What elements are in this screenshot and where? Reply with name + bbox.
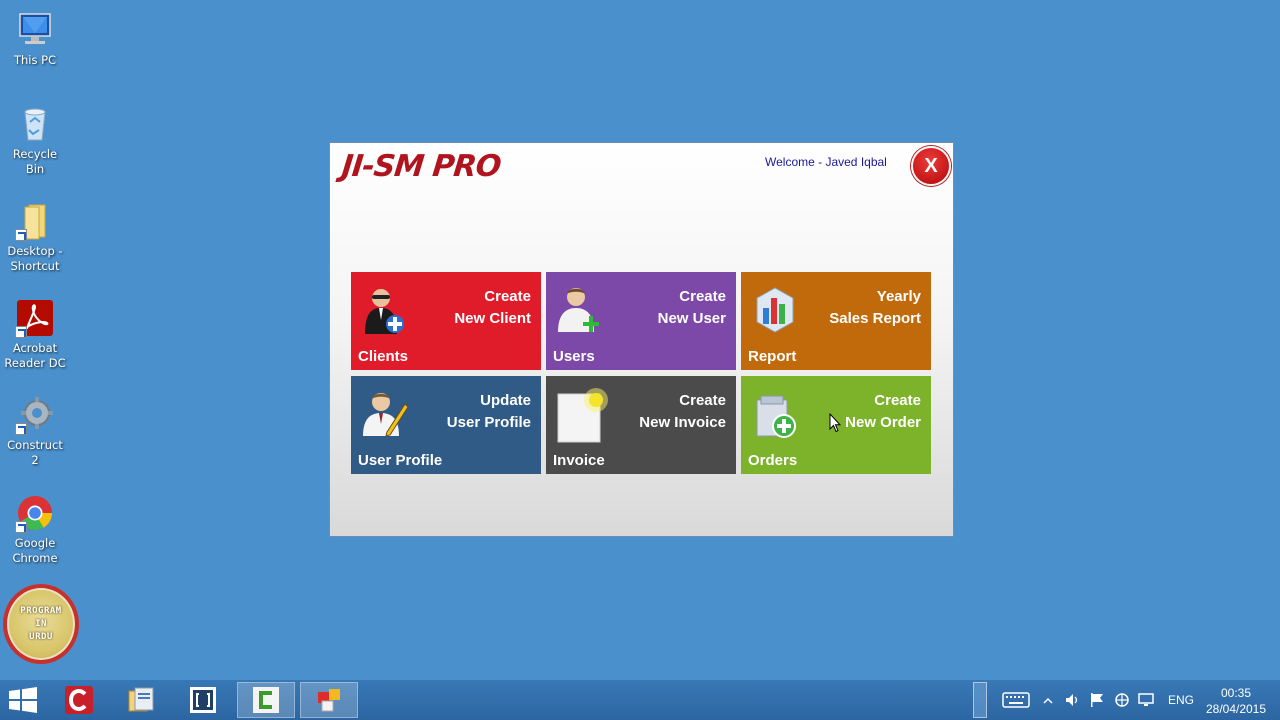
app-window: JI-SM PRO Welcome - Javed Iqbal X Create…	[329, 142, 954, 537]
tile-title: User Profile	[358, 452, 443, 469]
tile-title: Invoice	[553, 452, 605, 469]
tile-action: Update User Profile	[447, 390, 531, 434]
report-chart-icon	[751, 284, 799, 336]
file-explorer-icon	[128, 687, 154, 712]
add-client-icon	[361, 284, 409, 336]
mouse-cursor-icon	[829, 412, 842, 433]
bracket-app-icon	[190, 687, 216, 713]
computer-icon	[15, 10, 55, 50]
desktop-icon-this-pc[interactable]: This PC	[2, 10, 68, 68]
language-indicator[interactable]: ENG	[1168, 693, 1194, 707]
flag-icon[interactable]	[1089, 692, 1105, 708]
recycle-bin-icon	[15, 104, 55, 144]
display-icon[interactable]	[1138, 692, 1154, 708]
invoice-icon	[556, 388, 608, 443]
desktop-icon-label: Desktop - Shortcut	[7, 244, 63, 273]
tile-action-line1: Create	[679, 392, 726, 409]
network-icon[interactable]	[1114, 692, 1130, 708]
tile-clients[interactable]: Create New Client Clients	[351, 272, 541, 370]
desktop-icon-acrobat-reader[interactable]: Acrobat Reader DC	[2, 298, 68, 371]
badge-text: PROGRAM IN URDU	[20, 605, 62, 642]
camtasia-icon	[253, 687, 279, 713]
app-window-icon	[318, 689, 340, 712]
desktop-icon-desktop-shortcut[interactable]: Desktop - Shortcut	[2, 201, 68, 274]
volume-icon[interactable]	[1064, 692, 1080, 708]
desktop-icon-google-chrome[interactable]: Google Chrome	[2, 493, 68, 566]
shortcut-arrow-icon	[15, 229, 27, 241]
tile-action-line2: New User	[657, 310, 726, 327]
tile-action-line2: New Invoice	[639, 414, 726, 431]
shortcut-arrow-icon	[15, 521, 27, 533]
desktop-icon-label: Recycle Bin	[12, 147, 58, 176]
folder-icon	[15, 201, 55, 241]
tile-action-line1: Create	[484, 288, 531, 305]
desktop-icon-recycle-bin[interactable]: Recycle Bin	[2, 104, 68, 177]
taskbar-app-bracket[interactable]	[174, 682, 232, 718]
tile-action-line2: New Client	[454, 310, 531, 327]
tile-action-line1: Create	[874, 392, 921, 409]
tile-action-line1: Create	[679, 288, 726, 305]
tile-action-line2: New Order	[845, 414, 921, 431]
taskbar-app-jism-pro[interactable]	[300, 682, 358, 718]
tile-action: Create New Invoice	[639, 390, 726, 434]
add-user-icon	[556, 284, 604, 336]
app-logo: JI-SM PRO	[340, 149, 503, 184]
desktop-icon-label: Construct 2	[7, 438, 63, 467]
taskbar-app-construct[interactable]	[50, 682, 108, 718]
tile-title: Clients	[358, 348, 409, 365]
desktop-icon-label: Acrobat Reader DC	[4, 341, 66, 370]
windows-logo-icon	[9, 687, 37, 713]
tile-action-line2: Sales Report	[829, 310, 921, 327]
keyboard-icon[interactable]	[1002, 692, 1030, 708]
add-order-icon	[751, 388, 799, 440]
construct-app-icon	[65, 686, 93, 714]
tile-action: Create New Client	[454, 286, 531, 330]
tile-action: Create New Order	[845, 390, 921, 434]
tile-title: Orders	[748, 452, 798, 469]
taskbar-app-file-explorer[interactable]	[112, 682, 170, 718]
desktop-icon-construct-2[interactable]: Construct 2	[2, 395, 68, 468]
chevron-up-icon[interactable]	[1042, 694, 1054, 706]
tile-user-profile[interactable]: Update User Profile User Profile	[351, 376, 541, 474]
clock[interactable]: 00:35 28/04/2015	[1198, 685, 1274, 717]
chrome-icon	[15, 493, 55, 533]
taskbar: ENG 00:35 28/04/2015	[0, 680, 1280, 720]
tile-action-line1: Yearly	[876, 288, 921, 305]
tile-invoice[interactable]: Create New Invoice Invoice	[546, 376, 736, 474]
edit-profile-icon	[361, 388, 409, 440]
tile-action: Yearly Sales Report	[829, 286, 921, 330]
channel-badge-logo: PROGRAM IN URDU	[3, 584, 79, 664]
start-button[interactable]	[8, 687, 38, 713]
tile-users[interactable]: Create New User Users	[546, 272, 736, 370]
tile-action-line2: User Profile	[446, 414, 531, 431]
clock-time: 00:35	[1220, 686, 1252, 700]
desktop-icon-label: This PC	[13, 53, 57, 67]
show-more-scroll[interactable]	[973, 682, 987, 718]
tile-action: Create New User	[658, 286, 726, 330]
acrobat-icon	[15, 298, 55, 338]
shortcut-arrow-icon	[15, 326, 27, 338]
desktop-icon-label: Google Chrome	[12, 536, 58, 565]
tile-action-line1: Update	[480, 392, 531, 409]
welcome-text: Welcome - Javed Iqbal	[765, 155, 887, 169]
tile-title: Report	[748, 348, 797, 365]
close-button[interactable]: X	[911, 146, 951, 186]
clock-date: 28/04/2015	[1205, 702, 1267, 716]
shortcut-arrow-icon	[15, 423, 27, 435]
tile-report[interactable]: Yearly Sales Report Report	[741, 272, 931, 370]
gear-icon	[15, 395, 55, 435]
tile-title: Users	[553, 348, 595, 365]
taskbar-app-camtasia[interactable]	[237, 682, 295, 718]
